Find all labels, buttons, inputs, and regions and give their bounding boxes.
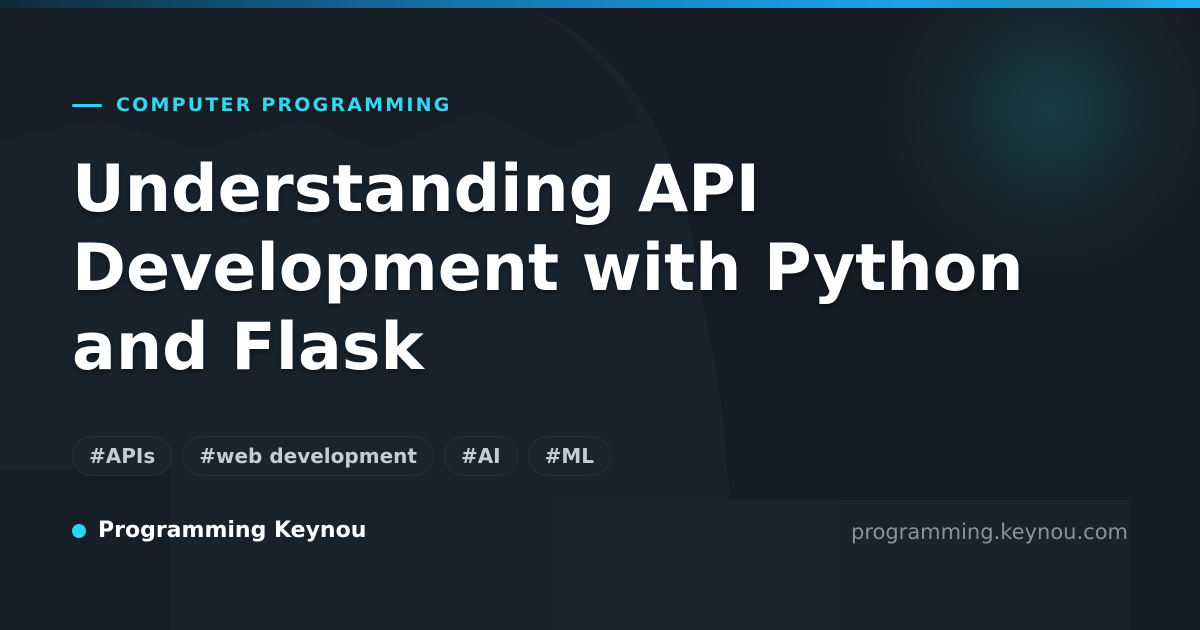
tag-list: #APIs #web development #AI #ML (72, 436, 612, 476)
article-title: Understanding API Development with Pytho… (72, 152, 1024, 385)
category-label: COMPUTER PROGRAMMING (116, 94, 452, 116)
share-card: COMPUTER PROGRAMMING Understanding API D… (0, 0, 1200, 630)
dot-icon (72, 523, 86, 538)
category-eyebrow: COMPUTER PROGRAMMING (72, 94, 452, 116)
tag-web-development[interactable]: #web development (182, 436, 434, 476)
tag-ml[interactable]: #ML (527, 436, 612, 476)
site-url[interactable]: programming.keynou.com (851, 520, 1128, 544)
accent-line-icon (72, 103, 102, 107)
brand-name: Programming Keynou (98, 518, 367, 543)
tag-ai[interactable]: #AI (443, 436, 518, 476)
brand: Programming Keynou (72, 518, 366, 543)
tag-apis[interactable]: #APIs (72, 436, 173, 476)
